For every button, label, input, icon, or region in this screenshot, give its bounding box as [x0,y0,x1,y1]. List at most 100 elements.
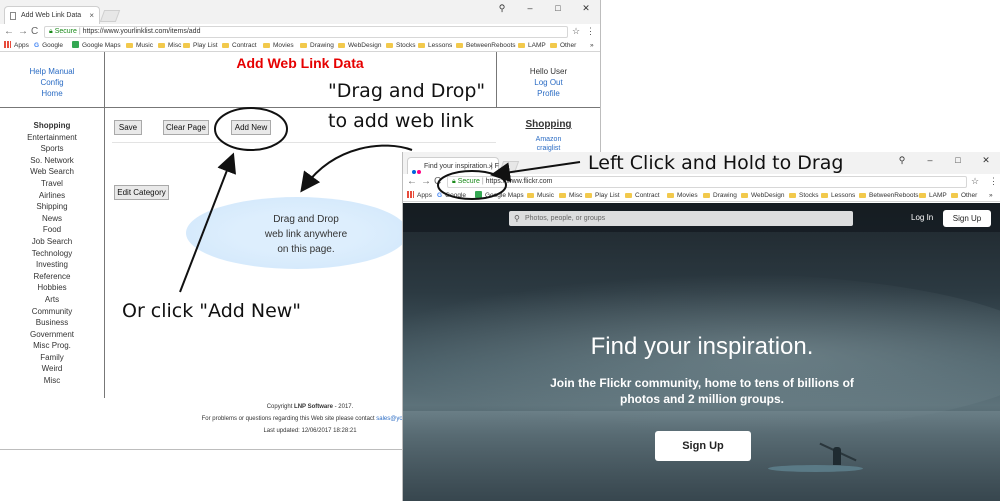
bookmark-google-maps[interactable]: Google Maps [475,190,524,201]
close-tab-icon[interactable]: × [89,7,94,24]
close-tab-icon[interactable]: × [488,158,493,175]
category-weird[interactable]: Weird [0,363,104,375]
forward-icon[interactable]: → [421,176,431,188]
bookmark-google-maps[interactable]: Google Maps [72,40,121,51]
bookmark-contract[interactable]: Contract [222,40,257,51]
tab-flickr[interactable]: Find your inspiration. | F × [407,157,499,175]
profile-link[interactable]: Profile [496,88,600,99]
bookmark-webdesign[interactable]: WebDesign [741,190,784,201]
category-news[interactable]: News [0,213,104,225]
category-job-search[interactable]: Job Search [0,236,104,248]
address-bar[interactable]: 🔒︎ Secure | https://www.yourlinklist.com… [44,26,568,38]
menu-icon[interactable]: ⋮ [586,26,595,37]
address-bar[interactable]: 🔒︎ Secure | https://www.flickr.com [447,176,967,188]
minimize-icon[interactable]: – [916,152,944,172]
bookmark-play-list[interactable]: Play List [585,190,620,201]
clear-page-button[interactable]: Clear Page [163,120,209,135]
reload-icon[interactable]: C [31,26,38,38]
back-icon[interactable]: ← [4,26,14,38]
bookmark-lamp[interactable]: LAMP [518,40,546,51]
bookmark-stocks[interactable]: Stocks [789,190,819,201]
bookmark-drawing[interactable]: Drawing [300,40,334,51]
logout-link[interactable]: Log Out [496,77,600,88]
bookmark-play-list[interactable]: Play List [183,40,218,51]
category-technology[interactable]: Technology [0,248,104,260]
folder-icon [859,193,866,198]
bookmark-contract[interactable]: Contract [625,190,660,201]
maximize-icon[interactable]: □ [944,152,972,172]
bookmark-google[interactable]: G Google [437,190,466,201]
category-entertainment[interactable]: Entertainment [0,132,104,144]
bookmark-apps[interactable]: Apps [4,40,29,51]
category-sports[interactable]: Sports [0,143,104,155]
tab-add-web-link[interactable]: Add Web Link Data × [4,6,100,24]
bookmark-drawing[interactable]: Drawing [703,190,737,201]
category-government[interactable]: Government [0,329,104,341]
bookmark-label: WebDesign [348,42,382,49]
category-investing[interactable]: Investing [0,259,104,271]
bookmark-stocks[interactable]: Stocks [386,40,416,51]
search-input[interactable]: ⚲ Photos, people, or groups [509,211,853,226]
category-web-search[interactable]: Web Search [0,166,104,178]
bookmark-google[interactable]: G Google [34,40,63,51]
back-icon[interactable]: ← [407,176,417,188]
category-so-network[interactable]: So. Network [0,155,104,167]
bookmark-lamp[interactable]: LAMP [919,190,947,201]
bookmarks-overflow-icon[interactable]: » [989,190,993,201]
category-business[interactable]: Business [0,317,104,329]
bookmark-star-icon[interactable]: ☆ [971,176,979,187]
category-food[interactable]: Food [0,224,104,236]
category-hobbies[interactable]: Hobbies [0,282,104,294]
new-tab-button[interactable] [498,161,520,173]
category-arts[interactable]: Arts [0,294,104,306]
menu-icon[interactable]: ⋮ [989,176,998,187]
login-link[interactable]: Log In [911,213,933,222]
craiglist-link[interactable]: craiglist [496,145,600,152]
home-link[interactable]: Home [0,88,104,99]
bookmark-music[interactable]: Music [126,40,153,51]
category-community[interactable]: Community [0,306,104,318]
bookmark-other[interactable]: Other [951,190,977,201]
bookmark-apps[interactable]: Apps [407,190,432,201]
maximize-icon[interactable]: □ [544,0,572,20]
profile-icon[interactable]: ⚲ [888,152,916,172]
amazon-link[interactable]: Amazon [496,136,600,143]
save-button[interactable]: Save [114,120,142,135]
category-shipping[interactable]: Shipping [0,201,104,213]
add-new-button[interactable]: Add New [231,120,271,135]
forward-icon[interactable]: → [18,26,28,38]
new-tab-button[interactable] [99,10,121,22]
bookmark-betweenreboots[interactable]: BetweenReboots [456,40,516,51]
config-link[interactable]: Config [0,77,104,88]
bookmark-movies[interactable]: Movies [667,190,698,201]
signup-top-button[interactable]: Sign Up [943,210,991,227]
url-text: https://www.flickr.com [485,178,553,185]
category-misc[interactable]: Misc [0,375,104,387]
annotation-drag-drop-line2: to add web link [328,110,474,132]
close-window-icon[interactable]: ✕ [572,0,600,20]
close-window-icon[interactable]: ✕ [972,152,1000,172]
profile-icon[interactable]: ⚲ [488,0,516,20]
bookmark-misc[interactable]: Misc [158,40,181,51]
bookmark-lessons[interactable]: Lessons [418,40,452,51]
reload-icon[interactable]: C [434,176,441,188]
signup-main-button[interactable]: Sign Up [655,431,751,461]
bookmarks-overflow-icon[interactable]: » [590,40,594,51]
bookmark-misc[interactable]: Misc [559,190,582,201]
category-airlines[interactable]: Airlines [0,190,104,202]
minimize-icon[interactable]: – [516,0,544,20]
bookmark-movies[interactable]: Movies [263,40,294,51]
edit-category-button[interactable]: Edit Category [114,185,169,200]
bookmark-star-icon[interactable]: ☆ [572,26,580,37]
category-travel[interactable]: Travel [0,178,104,190]
category-reference[interactable]: Reference [0,271,104,283]
category-family[interactable]: Family [0,352,104,364]
bookmark-other[interactable]: Other [550,40,576,51]
bookmark-music[interactable]: Music [527,190,554,201]
category-shopping[interactable]: Shopping [0,120,104,132]
bookmark-lessons[interactable]: Lessons [821,190,855,201]
category-misc-prog[interactable]: Misc Prog. [0,340,104,352]
help-manual-link[interactable]: Help Manual [0,66,104,77]
bookmark-webdesign[interactable]: WebDesign [338,40,381,51]
bookmark-betweenreboots[interactable]: BetweenReboots [859,190,919,201]
